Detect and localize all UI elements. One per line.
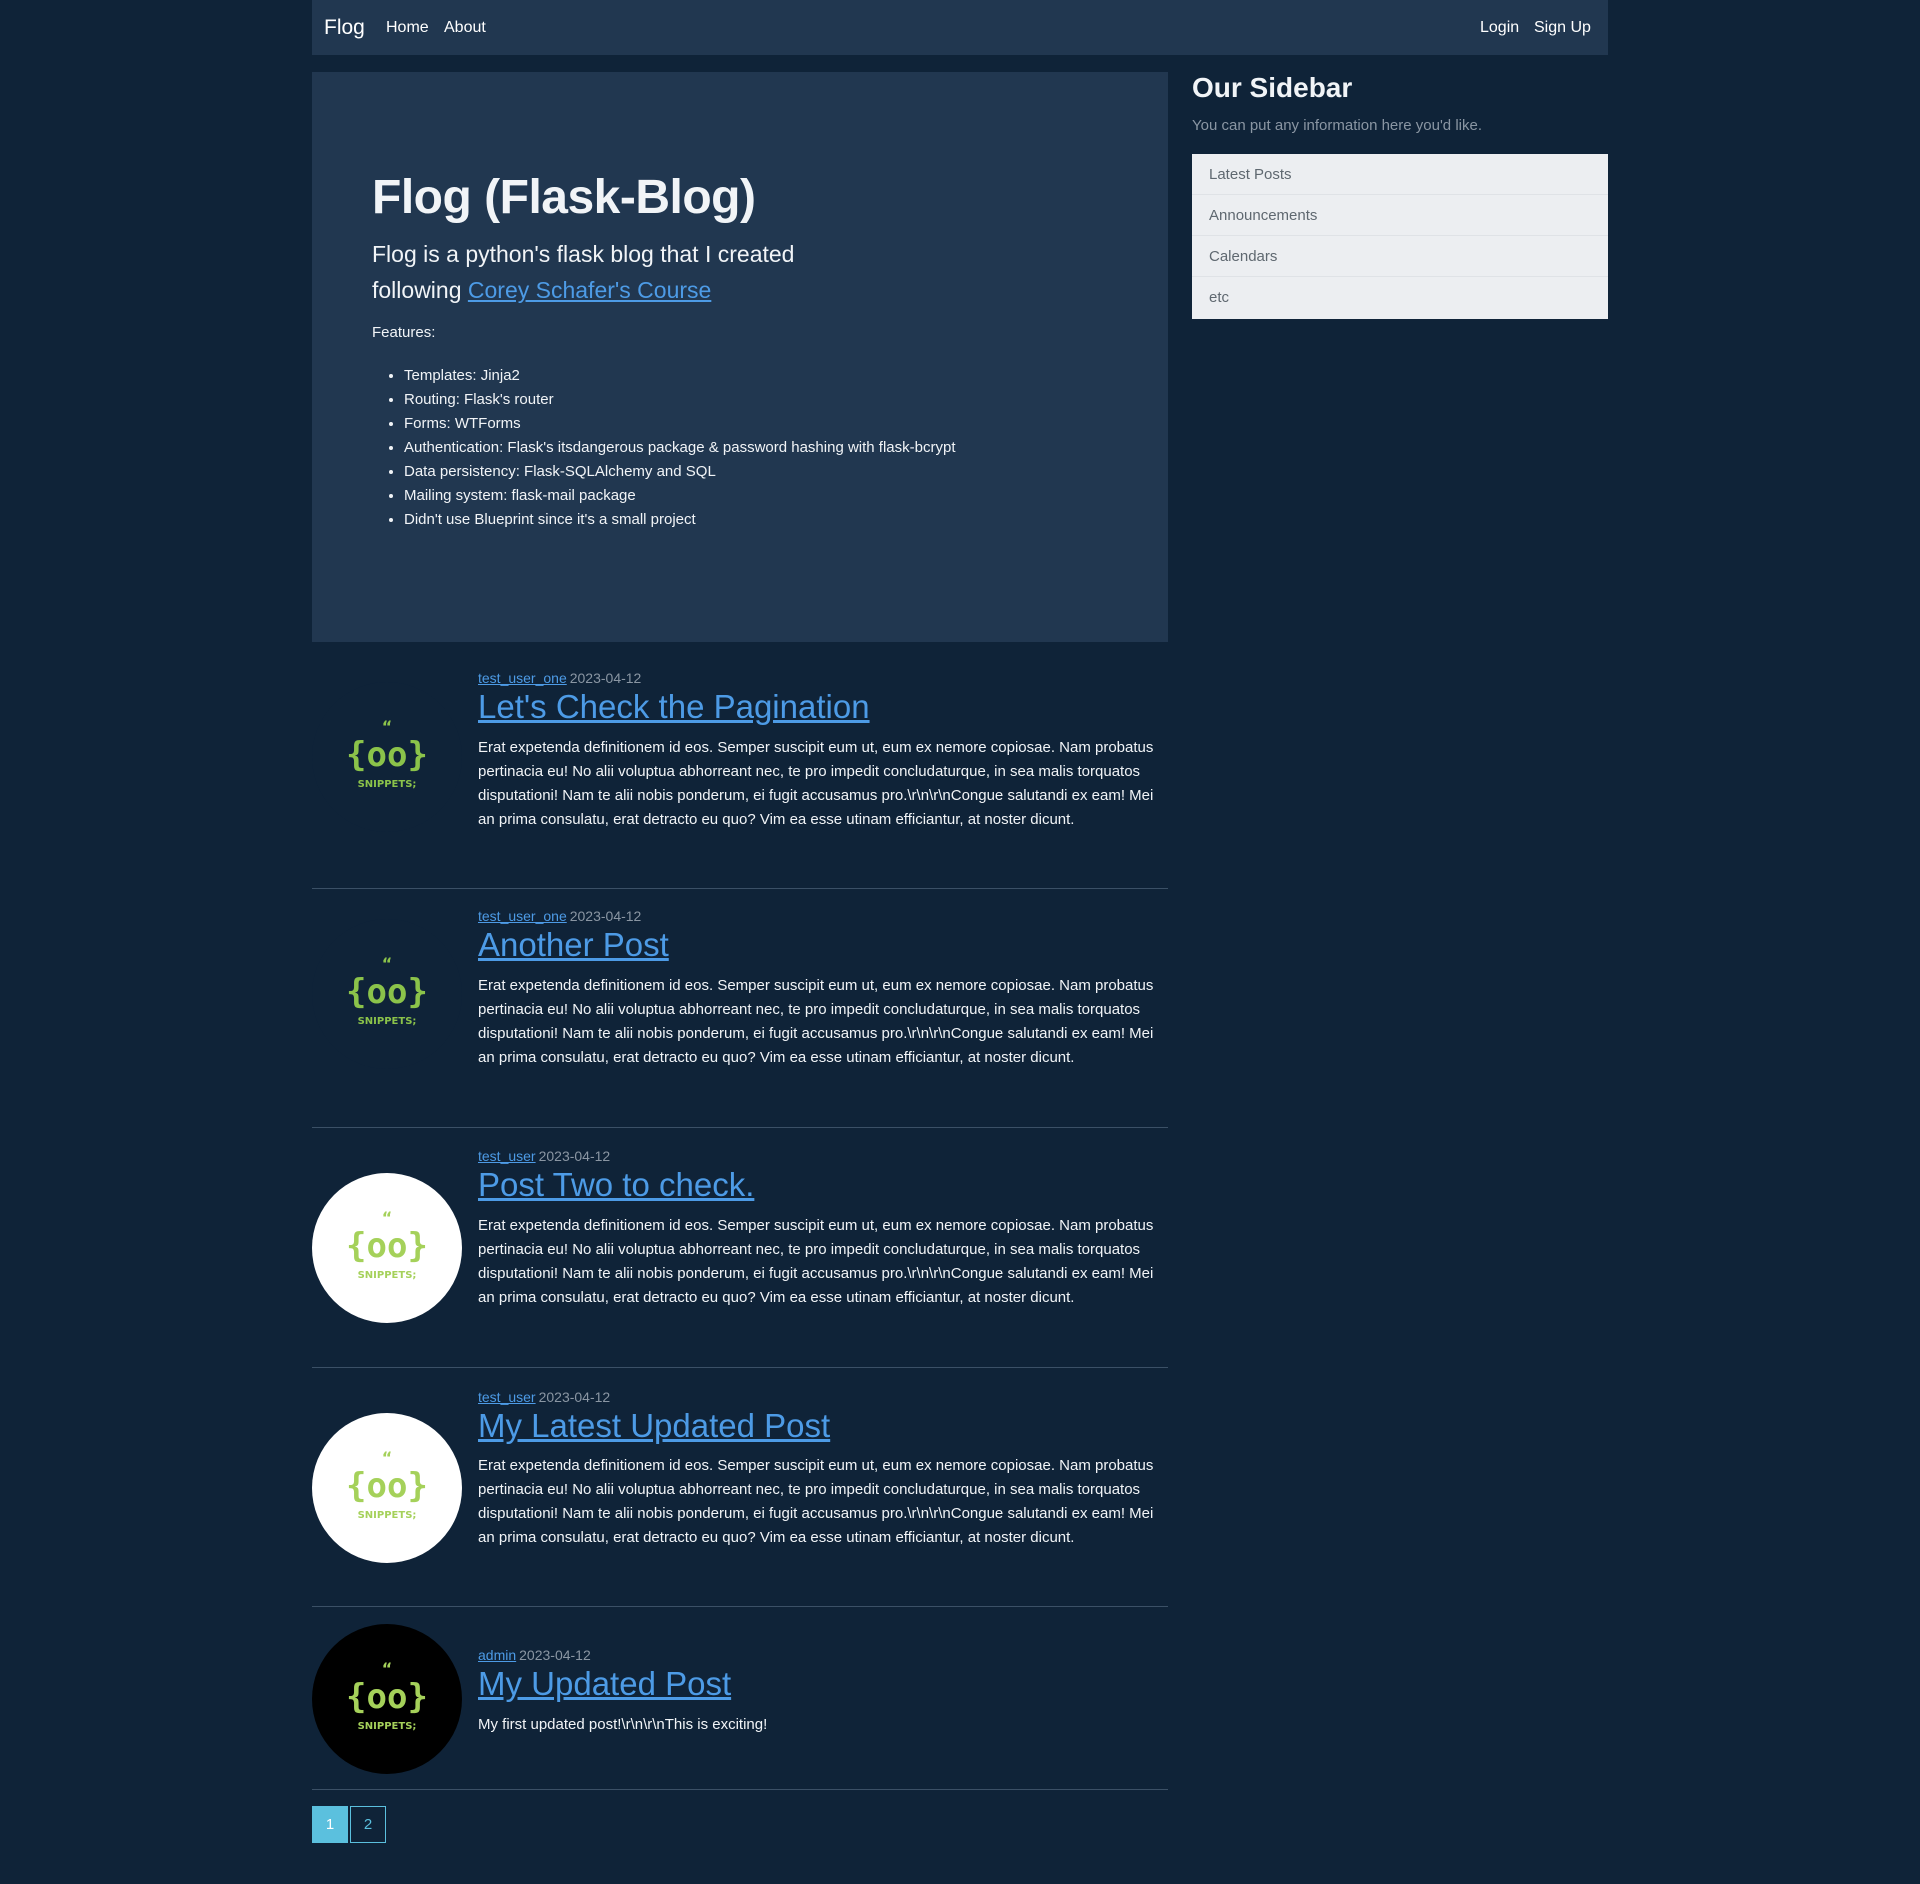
post-article: {oo} “ SNIPPETS; test_user_one 2023-04-12… [312,642,1168,889]
nav-login-link[interactable]: Login [1480,19,1519,37]
post-article: {oo} “ SNIPPETS; test_user_one 2023-04-12… [312,889,1168,1128]
feature-item: Mailing system: flask-mail package [404,484,955,508]
post-article: {oo} “ SNIPPETS; test_user 2023-04-12 My … [312,1368,1168,1607]
feature-item: Forms: WTForms [404,412,955,436]
author-avatar[interactable]: {oo} “ SNIPPETS; [312,919,462,1069]
post-title-link[interactable]: Another Post [478,926,669,964]
snippets-logo-icon: {oo} “ SNIPPETS; [346,1659,428,1732]
post-title-link[interactable]: Let's Check the Pagination [478,688,870,726]
post-article: {oo} “ SNIPPETS; test_user 2023-04-12 Pos… [312,1128,1168,1368]
sidebar-item-announcements[interactable]: Announcements [1192,195,1608,236]
svg-text:“: “ [382,717,393,736]
sidebar-description: You can put any information here you'd l… [1192,117,1482,134]
post-content: Erat expetenda definitionem id eos. Semp… [478,1457,1154,1546]
post-meta: test_user 2023-04-12 [478,1389,610,1405]
svg-text:SNIPPETS;: SNIPPETS; [358,1721,417,1732]
post-author-link[interactable]: test_user [478,1389,536,1405]
svg-text:“: “ [382,1208,393,1227]
post-content: Erat expetenda definitionem id eos. Semp… [478,739,1154,828]
post-author-link[interactable]: test_user_one [478,670,567,686]
sidebar-item-latest-posts[interactable]: Latest Posts [1192,154,1608,195]
post-title-link[interactable]: Post Two to check. [478,1166,754,1204]
feature-item: Authentication: Flask's itsdangerous pac… [404,436,955,460]
svg-text:“: “ [382,1448,393,1467]
post-date: 2023-04-12 [569,670,642,686]
post-content: My first updated post!\r\n\r\nThis is ex… [478,1716,768,1733]
snippets-logo-icon: {oo} “ SNIPPETS; [346,1208,428,1281]
author-avatar[interactable]: {oo} “ SNIPPETS; [312,1413,462,1563]
snippets-logo-icon: {oo} “ SNIPPETS; [346,717,428,790]
post-content: Erat expetenda definitionem id eos. Semp… [478,977,1154,1066]
hero-lead: Flog is a python's flask blog that I cre… [372,236,842,308]
nav-home-link[interactable]: Home [386,19,429,37]
svg-text:“: “ [382,1659,393,1678]
svg-text:{oo}: {oo} [346,1466,428,1506]
sidebar-title: Our Sidebar [1192,72,1353,103]
svg-text:SNIPPETS;: SNIPPETS; [358,1016,417,1027]
post-meta: test_user_one 2023-04-12 [478,670,641,686]
brand-link[interactable]: Flog [324,16,365,40]
post-author-link[interactable]: admin [478,1647,516,1663]
hero-jumbotron: Flog (Flask-Blog) Flog is a python's fla… [312,72,1168,642]
post-date: 2023-04-12 [538,1389,611,1405]
hero-title: Flog (Flask-Blog) [372,171,756,224]
nav-signup-link[interactable]: Sign Up [1534,19,1591,37]
svg-text:{oo}: {oo} [346,735,428,775]
svg-text:SNIPPETS;: SNIPPETS; [358,1510,417,1521]
post-content: Erat expetenda definitionem id eos. Semp… [478,1217,1154,1306]
page-1-button[interactable]: 1 [312,1806,348,1843]
top-navbar: Flog Home About Login Sign Up [312,0,1608,55]
feature-item: Data persistency: Flask-SQLAlchemy and S… [404,460,955,484]
svg-text:{oo}: {oo} [346,972,428,1012]
sidebar-item-etc[interactable]: etc [1192,277,1608,318]
post-meta: admin 2023-04-12 [478,1647,591,1663]
sidebar-item-calendars[interactable]: Calendars [1192,236,1608,277]
snippets-logo-icon: {oo} “ SNIPPETS; [346,954,428,1027]
snippets-logo-icon: {oo} “ SNIPPETS; [346,1448,428,1521]
svg-text:SNIPPETS;: SNIPPETS; [358,779,417,790]
feature-item: Didn't use Blueprint since it's a small … [404,508,955,532]
features-list: Templates: Jinja2 Routing: Flask's route… [404,364,955,532]
author-avatar[interactable]: {oo} “ SNIPPETS; [312,682,462,832]
features-label: Features: [372,324,436,341]
course-link[interactable]: Corey Schafer's Course [468,277,711,303]
feature-item: Routing: Flask's router [404,388,955,412]
nav-about-link[interactable]: About [444,19,486,37]
sidebar-list: Latest Posts Announcements Calendars etc [1192,154,1608,319]
post-meta: test_user_one 2023-04-12 [478,908,641,924]
svg-text:SNIPPETS;: SNIPPETS; [358,1270,417,1281]
post-article: {oo} “ SNIPPETS; admin 2023-04-12 My Upda… [312,1607,1168,1790]
post-date: 2023-04-12 [538,1148,611,1164]
svg-text:{oo}: {oo} [346,1226,428,1266]
post-title-link[interactable]: My Updated Post [478,1665,731,1703]
author-avatar[interactable]: {oo} “ SNIPPETS; [312,1173,462,1323]
svg-text:{oo}: {oo} [346,1677,428,1717]
feature-item: Templates: Jinja2 [404,364,955,388]
post-date: 2023-04-12 [569,908,642,924]
post-author-link[interactable]: test_user [478,1148,536,1164]
post-date: 2023-04-12 [519,1647,591,1663]
post-author-link[interactable]: test_user_one [478,908,567,924]
post-title-link[interactable]: My Latest Updated Post [478,1407,830,1445]
author-avatar[interactable]: {oo} “ SNIPPETS; [312,1624,462,1774]
svg-text:“: “ [382,954,393,973]
post-meta: test_user 2023-04-12 [478,1148,610,1164]
page-2-button[interactable]: 2 [350,1806,386,1843]
